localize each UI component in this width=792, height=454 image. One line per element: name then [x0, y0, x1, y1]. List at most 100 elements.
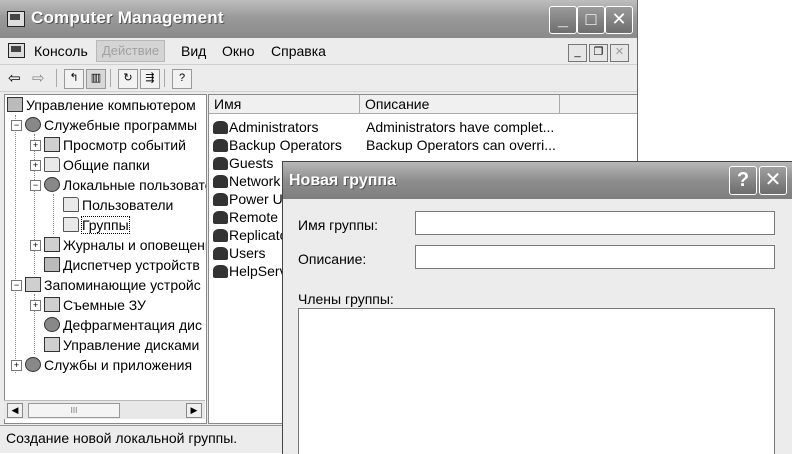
scroll-thumb[interactable]: III	[28, 403, 120, 418]
tools-icon	[25, 117, 41, 132]
expand-toggle[interactable]: +	[30, 140, 41, 151]
list-item[interactable]: Replicato	[213, 226, 287, 244]
list-item[interactable]: Remote	[213, 208, 278, 226]
tree-horizontal-scrollbar[interactable]: ◀ III ▶	[4, 400, 205, 419]
tree-line	[15, 115, 16, 373]
close-button[interactable]: ✕	[605, 6, 633, 34]
scroll-right-button[interactable]: ▶	[186, 403, 202, 418]
tree-item-logs-alerts[interactable]: Журналы и оповещени	[44, 235, 206, 255]
list-item-description: Backup Operators can overri...	[366, 137, 556, 153]
group-icon	[213, 157, 228, 170]
dialog-title-bar[interactable]: Новая группа ? ✕	[283, 162, 792, 199]
list-item[interactable]: Administrators	[213, 118, 318, 136]
dialog-title: Новая группа	[289, 172, 396, 189]
tree-item-storage[interactable]: Запоминающие устройс	[25, 275, 201, 295]
tree-item-local-users[interactable]: Локальные пользовате	[44, 175, 206, 195]
dialog-help-button[interactable]: ?	[729, 166, 757, 195]
list-item[interactable]: Backup Operators	[213, 136, 342, 154]
group-icon	[213, 229, 228, 242]
group-icon	[213, 265, 228, 278]
menu-console[interactable]: Консоль	[34, 43, 88, 59]
tree-item-system-tools[interactable]: Служебные программы	[25, 115, 197, 135]
dialog-close-button[interactable]: ✕	[759, 166, 787, 195]
tree-item-label: Съемные ЗУ	[63, 297, 146, 313]
forward-icon[interactable]: ⇨	[32, 69, 45, 87]
collapse-toggle[interactable]: −	[11, 120, 22, 131]
refresh-icon[interactable]: ↻	[118, 69, 138, 89]
show-tree-icon[interactable]: ▥	[86, 69, 106, 89]
expand-toggle[interactable]: +	[30, 240, 41, 251]
list-item[interactable]: Network	[213, 172, 280, 190]
column-header-empty	[560, 95, 637, 114]
group-name: Guests	[229, 155, 274, 171]
export-list-icon[interactable]: ⇶	[140, 69, 160, 89]
group-icon	[213, 121, 228, 134]
removable-storage-icon	[44, 297, 60, 312]
collapse-toggle[interactable]: −	[11, 280, 22, 291]
minimize-button[interactable]: _	[549, 6, 577, 34]
child-close-button[interactable]: ✕	[610, 44, 629, 62]
tree-item-services-apps[interactable]: Службы и приложения	[25, 355, 192, 375]
tree-item-disk-management[interactable]: Управление дисками	[44, 335, 199, 355]
tree-item-users[interactable]: Пользователи	[63, 195, 173, 215]
tree-item-label: Просмотр событий	[63, 137, 186, 153]
storage-icon	[25, 277, 41, 292]
toolbar-separator	[164, 69, 165, 87]
help-icon[interactable]: ?	[172, 69, 192, 89]
expand-toggle[interactable]: +	[30, 300, 41, 311]
tree-item-device-manager[interactable]: Диспетчер устройств	[44, 255, 200, 275]
expand-toggle[interactable]: +	[30, 160, 41, 171]
members-list[interactable]	[298, 308, 775, 454]
list-item[interactable]: Guests	[213, 154, 273, 172]
toolbar-separator	[110, 69, 111, 87]
tree-item-label: Запоминающие устройс	[44, 277, 201, 293]
back-icon[interactable]: ⇦	[8, 69, 21, 87]
menu-help[interactable]: Справка	[271, 43, 326, 59]
tree-item-computer-management[interactable]: Управление компьютером	[7, 95, 196, 115]
scroll-left-button[interactable]: ◀	[7, 403, 23, 418]
menu-view[interactable]: Вид	[181, 43, 206, 59]
group-icon	[213, 139, 228, 152]
tree-item-removable-storage[interactable]: Съемные ЗУ	[44, 295, 146, 315]
services-icon	[25, 357, 41, 372]
tree-item-label: Пользователи	[82, 197, 174, 213]
collapse-toggle[interactable]: −	[30, 180, 41, 191]
description-input[interactable]	[415, 245, 775, 269]
menu-bar: Консоль Действие Вид Окно Справка	[0, 38, 637, 65]
tree-item-event-viewer[interactable]: Просмотр событий	[44, 135, 186, 155]
menu-window[interactable]: Окно	[222, 43, 255, 59]
tree-item-defragmentation[interactable]: Дефрагментация дис	[44, 315, 202, 335]
list-item[interactable]: HelpServ	[213, 262, 287, 280]
defrag-icon	[44, 317, 60, 332]
group-icon	[213, 175, 228, 188]
list-item[interactable]: Power U	[213, 190, 283, 208]
tree-item-label: Службы и приложения	[44, 357, 193, 373]
list-item[interactable]: Users	[213, 244, 266, 262]
column-header-name[interactable]: Имя	[209, 95, 360, 114]
tree-item-label: Управление дисками	[63, 337, 200, 353]
console-icon	[8, 43, 25, 58]
column-header-description[interactable]: Описание	[360, 95, 560, 114]
expand-toggle[interactable]: +	[11, 360, 22, 371]
tree-item-groups[interactable]: Группы	[63, 215, 130, 235]
disk-management-icon	[44, 337, 60, 352]
title-bar[interactable]: Computer Management _ □ ✕	[0, 0, 637, 39]
tree-line	[34, 134, 35, 274]
members-label: Члены группы:	[298, 291, 394, 307]
up-folder-icon[interactable]: ↰	[64, 69, 84, 89]
description-label: Описание:	[298, 251, 367, 267]
toolbar: ⇦ ⇨ ↰ ▥ ↻ ⇶ ?	[0, 65, 637, 92]
shared-folders-icon	[44, 157, 60, 172]
group-name-label: Имя группы:	[298, 217, 379, 233]
menu-action[interactable]: Действие	[96, 40, 166, 62]
status-text: Создание новой локальной группы.	[6, 430, 238, 446]
device-manager-icon	[44, 257, 60, 272]
child-restore-button[interactable]: ❐	[589, 44, 608, 62]
group-name: Administrators	[229, 119, 319, 135]
console-tree[interactable]: Управление компьютером − Служебные прогр…	[4, 94, 207, 424]
group-name-input[interactable]	[415, 211, 775, 235]
child-minimize-button[interactable]: _	[568, 44, 587, 62]
tree-item-shared-folders[interactable]: Общие папки	[44, 155, 150, 175]
computer-icon	[7, 97, 23, 112]
maximize-button[interactable]: □	[577, 6, 605, 34]
